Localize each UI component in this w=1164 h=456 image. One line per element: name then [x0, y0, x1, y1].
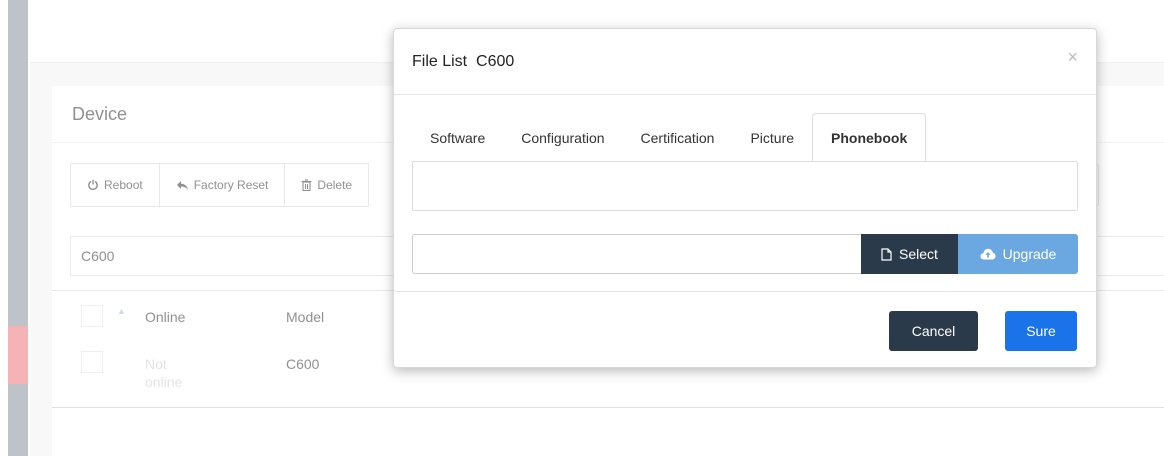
tab-configuration[interactable]: Configuration [503, 114, 622, 161]
close-icon[interactable]: × [1067, 47, 1078, 68]
cloud-upload-icon [980, 248, 996, 260]
modal-header: File List C600 × [394, 29, 1096, 95]
modal-title: File List C600 [412, 53, 515, 70]
cancel-button[interactable]: Cancel [889, 311, 978, 351]
upgrade-label: Upgrade [1002, 246, 1057, 262]
file-list-modal: File List C600 × Software Configuration … [393, 28, 1097, 368]
tab-software[interactable]: Software [412, 114, 503, 161]
modal-footer-divider [394, 291, 1096, 292]
tab-certification[interactable]: Certification [623, 114, 733, 161]
tab-content-pane [412, 161, 1078, 211]
file-icon [881, 247, 892, 261]
select-file-button[interactable]: Select [861, 234, 958, 274]
upgrade-button[interactable]: Upgrade [958, 234, 1078, 274]
file-path-input[interactable] [412, 234, 861, 274]
tab-picture[interactable]: Picture [732, 114, 812, 161]
upload-row: Select Upgrade [412, 234, 1078, 274]
tab-phonebook[interactable]: Phonebook [812, 113, 927, 162]
sure-button[interactable]: Sure [1005, 311, 1077, 351]
file-type-tabs: Software Configuration Certification Pic… [412, 113, 1078, 162]
select-label: Select [899, 246, 938, 262]
